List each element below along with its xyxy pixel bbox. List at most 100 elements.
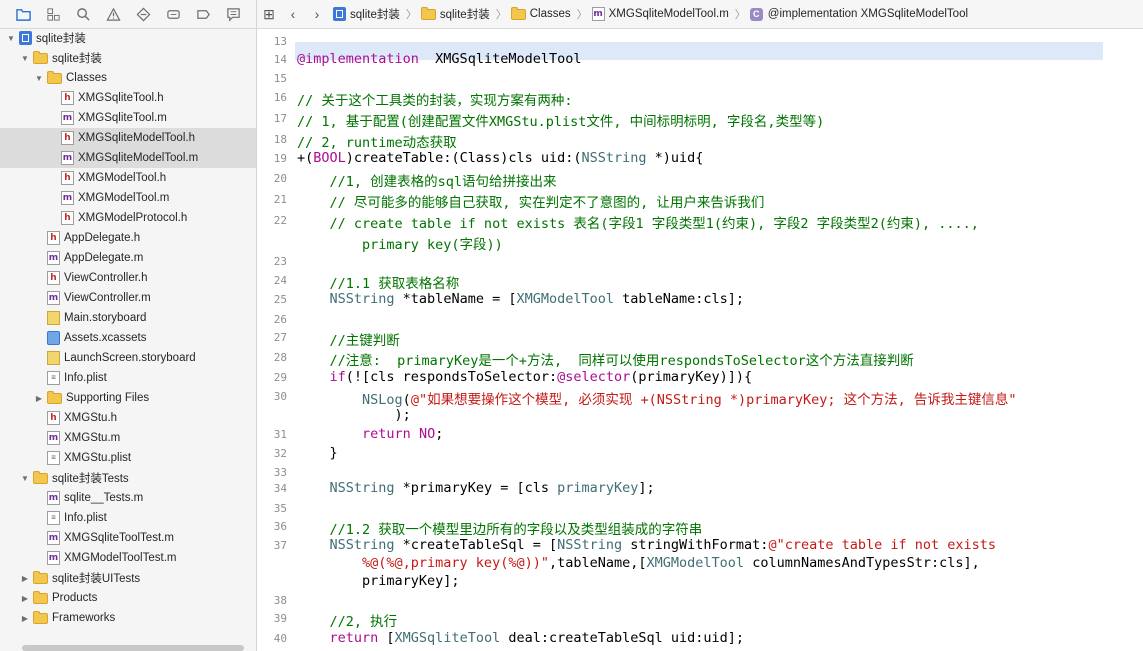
navigator-item[interactable]: h XMGSqliteTool.h: [0, 88, 256, 108]
back-button[interactable]: ‹: [281, 0, 305, 28]
code-token: //主键判断: [297, 333, 400, 349]
navigator-item[interactable]: h XMGModelTool.h: [0, 168, 256, 188]
search-icon[interactable]: [68, 0, 98, 28]
code-token: return: [297, 630, 379, 646]
navigator-item[interactable]: h XMGStu.h: [0, 408, 256, 428]
disclosure-triangle-icon[interactable]: ▼: [20, 53, 30, 63]
storyboard-icon: [47, 311, 60, 325]
code-token: XMGSqliteTool: [394, 630, 501, 646]
navigator-item[interactable]: m sqlite__Tests.m: [0, 488, 256, 508]
breadcrumb-item[interactable]: sqlite封装〉: [420, 6, 507, 22]
code-token: NSString: [297, 480, 395, 496]
code-token: BOOL: [313, 150, 346, 166]
code-token: columnNamesAndTypesStr:cls],: [744, 555, 980, 571]
disclosure-triangle-icon[interactable]: ▶: [34, 393, 44, 403]
navigator-item[interactable]: ▼ sqlite封装: [0, 48, 256, 68]
code-token: ,tableName,[: [548, 555, 647, 571]
code-token: primaryKey];: [297, 573, 460, 589]
code-line: NSString *createTableSql = [NSString str…: [297, 537, 997, 553]
forward-button[interactable]: ›: [305, 0, 329, 28]
source-file-icon: m: [61, 151, 74, 165]
breadcrumb-item[interactable]: C @implementation XMGSqliteModelTool: [749, 7, 968, 21]
related-items-icon[interactable]: ⊞: [257, 0, 281, 28]
code-line: );: [297, 407, 411, 423]
navigator-item[interactable]: LaunchScreen.storyboard: [0, 348, 256, 368]
code-token: *)uid{: [646, 150, 704, 166]
navigator-item[interactable]: m AppDelegate.m: [0, 248, 256, 268]
line-number: 14: [273, 53, 287, 66]
breadcrumb-label: sqlite封装: [439, 9, 490, 21]
header-file-icon: h: [47, 271, 60, 285]
folder-icon: [47, 70, 62, 84]
report-icon[interactable]: [218, 0, 248, 28]
navigator-item[interactable]: h XMGSqliteModelTool.h: [0, 128, 256, 148]
disclosure-triangle-icon[interactable]: ▶: [20, 593, 30, 603]
navigator-item[interactable]: m XMGStu.m: [0, 428, 256, 448]
navigator-item[interactable]: m XMGModelToolTest.m: [0, 548, 256, 568]
code-token: (: [402, 392, 411, 408]
navigator-item[interactable]: ▶ Products: [0, 588, 256, 608]
navigator-item-label: XMGStu.plist: [64, 452, 132, 464]
breadcrumb-item[interactable]: sqlite封装〉: [333, 6, 417, 22]
navigator-item-label: XMGStu.h: [64, 412, 118, 424]
navigator-item[interactable]: ▼ sqlite封装: [0, 28, 256, 48]
line-number: 15: [273, 72, 287, 85]
source-file-icon: m: [61, 191, 74, 205]
disclosure-triangle-icon[interactable]: ▼: [34, 73, 44, 83]
code-token: XMGModelTool: [516, 291, 615, 307]
navigator-item[interactable]: h XMGModelProtocol.h: [0, 208, 256, 228]
navigator-item[interactable]: m XMGSqliteToolTest.m: [0, 528, 256, 548]
navigator-item[interactable]: Assets.xcassets: [0, 328, 256, 348]
source-editor[interactable]: 13 14 15 16 17 18 19 20 21 22 23 24 25 26 27 28 29 30 31 32…: [257, 29, 1143, 651]
debug-icon[interactable]: [158, 0, 188, 28]
test-icon[interactable]: [128, 0, 158, 28]
code-token: XMGSqliteModelTool: [418, 51, 582, 67]
breadcrumb-separator-icon: 〉: [734, 9, 746, 21]
code-line: }: [297, 445, 338, 461]
code-token: }: [297, 445, 338, 461]
disclosure-triangle-icon[interactable]: ▶: [20, 613, 30, 623]
header-file-icon: h: [61, 131, 74, 145]
folder-icon[interactable]: [8, 0, 38, 28]
navigator-item[interactable]: h AppDelegate.h: [0, 228, 256, 248]
navigator-item[interactable]: ▼ Classes: [0, 68, 256, 88]
hierarchy-icon[interactable]: [38, 0, 68, 28]
header-file-icon: h: [47, 231, 60, 245]
warning-icon[interactable]: [98, 0, 128, 28]
navigator-item[interactable]: Main.storyboard: [0, 308, 256, 328]
breadcrumb-item[interactable]: m XMGSqliteModelTool.m 〉: [591, 6, 746, 22]
code-token: @"create table if not exists: [768, 537, 997, 553]
navigator-item[interactable]: ≡ Info.plist: [0, 368, 256, 388]
code-token: // 1, 基于配置(创建配置文件XMGStu.plist文件, 中间标明标明,…: [297, 114, 825, 130]
plist-file-icon: ≡: [47, 371, 60, 385]
navigator-item[interactable]: ▼ sqlite封装Tests: [0, 468, 256, 488]
navigator-item-label: sqlite封装Tests: [52, 473, 129, 485]
disclosure-triangle-icon[interactable]: ▼: [6, 33, 16, 43]
folder-icon: [47, 390, 62, 404]
navigator-item[interactable]: m XMGSqliteTool.m: [0, 108, 256, 128]
disclosure-triangle-icon[interactable]: ▶: [20, 573, 30, 583]
breadcrumb-separator-icon: 〉: [495, 9, 507, 21]
navigator-item[interactable]: ▶ Frameworks: [0, 608, 256, 628]
header-file-icon: h: [47, 411, 60, 425]
disclosure-triangle-icon[interactable]: ▼: [20, 473, 30, 483]
breakpoint-icon[interactable]: [188, 0, 218, 28]
navigator-scrollbar[interactable]: [22, 645, 244, 651]
navigator-item[interactable]: ≡ Info.plist: [0, 508, 256, 528]
navigator-item[interactable]: ▶ Supporting Files: [0, 388, 256, 408]
navigator-item[interactable]: h ViewController.h: [0, 268, 256, 288]
code-token: if: [297, 369, 346, 385]
navigator-item[interactable]: m XMGSqliteModelTool.m: [0, 148, 256, 168]
navigator-item[interactable]: ▶ sqlite封装UITests: [0, 568, 256, 588]
breadcrumb-label: Classes: [529, 8, 571, 20]
navigator-item[interactable]: m ViewController.m: [0, 288, 256, 308]
breadcrumb-item[interactable]: Classes 〉: [510, 6, 588, 22]
code-token: // 2, runtime动态获取: [297, 135, 457, 151]
source-file-icon: m: [47, 531, 60, 545]
navigator-item[interactable]: m XMGModelTool.m: [0, 188, 256, 208]
navigator-item[interactable]: ≡ XMGStu.plist: [0, 448, 256, 468]
